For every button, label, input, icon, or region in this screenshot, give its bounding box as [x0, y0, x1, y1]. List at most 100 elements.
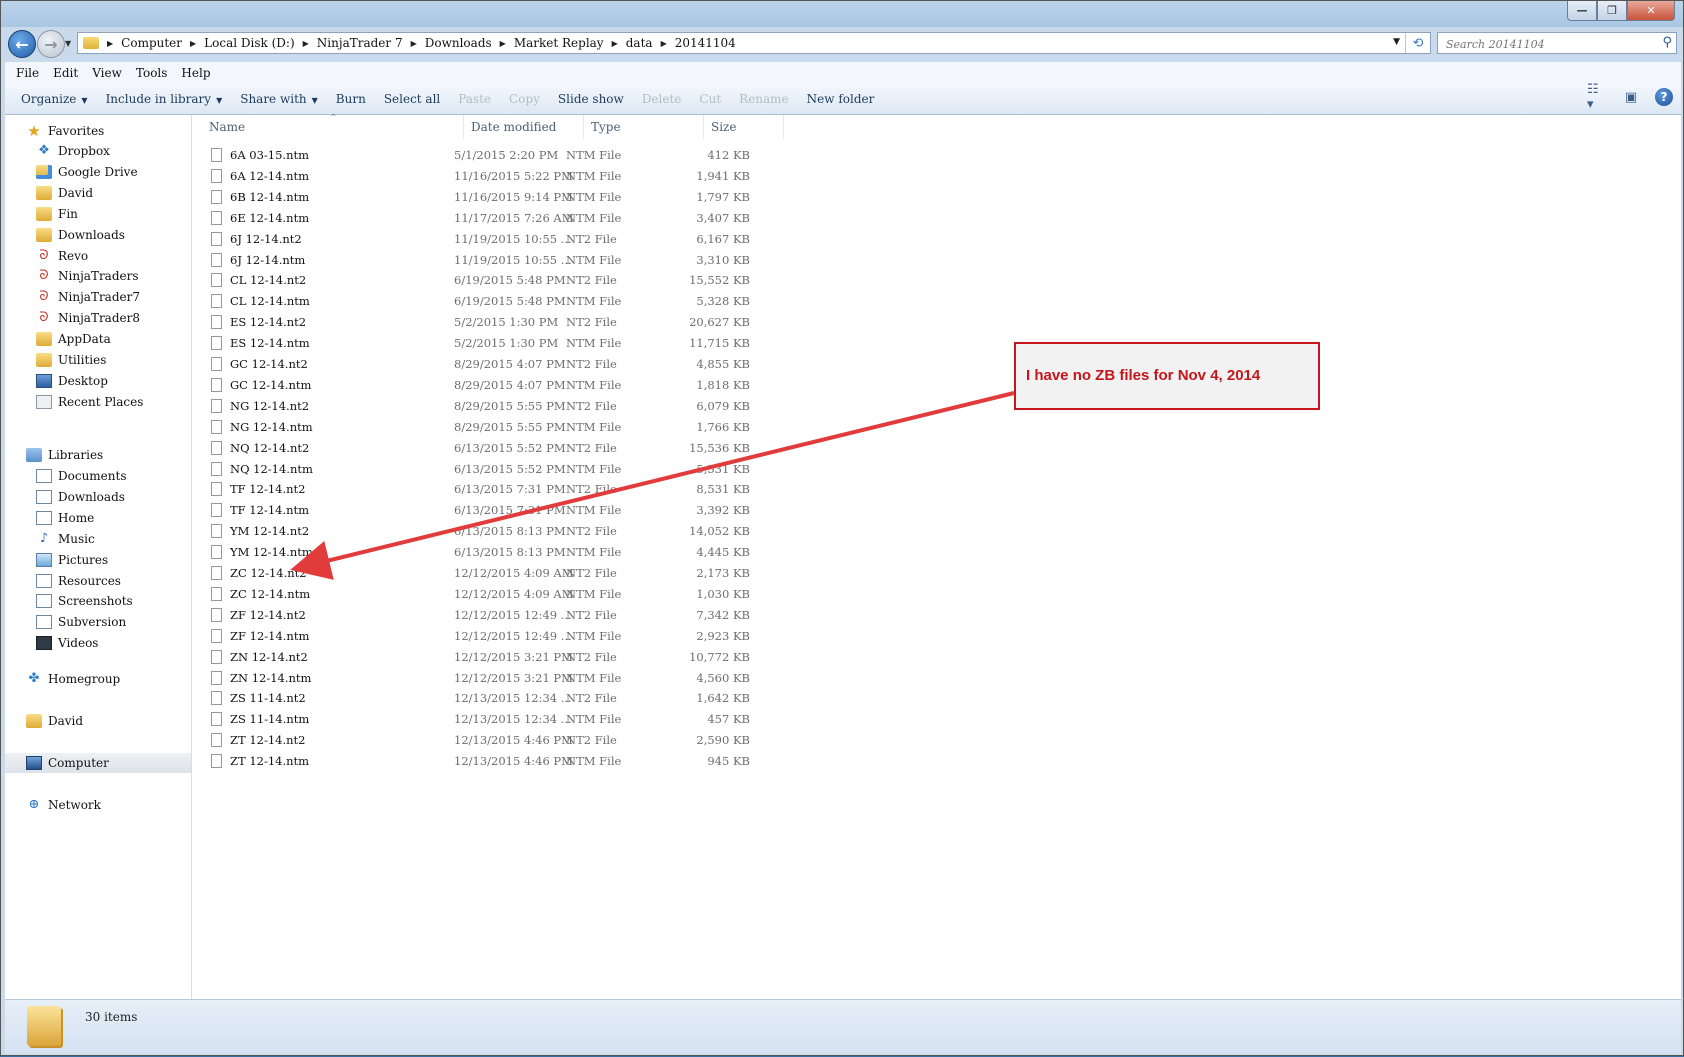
file-row[interactable]: 6E 12-14.ntm 11/17/2015 7:26 AM NTM File 3,… [192, 208, 792, 228]
column-header-type[interactable]: Type [584, 115, 704, 139]
library-item-pictures[interactable]: Pictures [5, 550, 191, 570]
nav-homegroup[interactable]: ✤ Homegroup [5, 669, 191, 689]
menu-help[interactable]: Help [181, 66, 210, 80]
new-folder-button[interactable]: New folder [798, 92, 884, 106]
menu-edit[interactable]: Edit [53, 66, 78, 80]
menu-tools[interactable]: Tools [136, 66, 168, 80]
file-row[interactable]: YM 12-14.ntm 6/13/2015 8:13 PM NTM File 4,4… [192, 542, 792, 562]
file-row[interactable]: ZN 12-14.ntm 12/12/2015 3:21 PM NTM File 4,… [192, 668, 792, 688]
file-row[interactable]: ZC 12-14.ntm 12/12/2015 4:09 AM NTM File 1,… [192, 584, 792, 604]
paste-button[interactable]: Paste [449, 92, 500, 106]
address-bar[interactable]: ▶ Computer ▶ Local Disk (D:) ▶ NinjaTrader 7 ▶… [77, 32, 1431, 54]
sidebar-item-recent-places[interactable]: Recent Places [5, 392, 191, 412]
breadcrumb-item[interactable]: NinjaTrader 7 [317, 36, 403, 50]
breadcrumb-item[interactable]: Computer [121, 36, 182, 50]
file-row[interactable]: GC 12-14.ntm 8/29/2015 4:07 PM NTM File 1,8… [192, 375, 792, 395]
help-icon[interactable]: ? [1655, 88, 1673, 106]
chevron-right-icon[interactable]: ▶ [612, 39, 618, 48]
address-history-dropdown[interactable]: ▼ [1393, 37, 1400, 47]
library-item-home[interactable]: Home [5, 508, 191, 528]
sidebar-item-ninjatrader8[interactable]: ᘐ NinjaTrader8 [5, 308, 191, 328]
close-button[interactable]: ✕ [1627, 1, 1675, 21]
sidebar-item-ninjatrader7[interactable]: ᘐ NinjaTrader7 [5, 287, 191, 307]
sidebar-item-fin[interactable]: Fin [5, 204, 191, 224]
file-row[interactable]: ZT 12-14.nt2 12/13/2015 4:46 PM NT2 File 2,… [192, 730, 792, 750]
library-item-resources[interactable]: Resources [5, 571, 191, 591]
nav-computer[interactable]: Computer [5, 753, 191, 773]
file-row[interactable]: ZN 12-14.nt2 12/12/2015 3:21 PM NT2 File 10… [192, 647, 792, 667]
library-item-music[interactable]: ♪ Music [5, 529, 191, 549]
file-row[interactable]: NQ 12-14.nt2 6/13/2015 5:52 PM NT2 File 15,… [192, 438, 792, 458]
chevron-right-icon[interactable]: ▶ [107, 39, 113, 48]
column-header-size[interactable]: Size [704, 115, 784, 139]
back-button[interactable]: ← [8, 30, 36, 58]
include-in-library-button[interactable]: Include in library ▼ [97, 92, 232, 106]
recent-pages-dropdown[interactable]: ▼ [65, 39, 71, 48]
rename-button[interactable]: Rename [730, 92, 798, 106]
nav-libraries[interactable]: Libraries [5, 445, 191, 465]
file-row[interactable]: ZF 12-14.nt2 12/12/2015 12:49 ... NT2 File… [192, 605, 792, 625]
file-row[interactable]: ZT 12-14.ntm 12/13/2015 4:46 PM NTM File 94… [192, 751, 792, 771]
column-header-date[interactable]: Date modified [464, 115, 584, 139]
library-item-downloads[interactable]: Downloads [5, 487, 191, 507]
breadcrumb-item[interactable]: Local Disk (D:) [204, 36, 294, 50]
file-row[interactable]: ES 12-14.nt2 5/2/2015 1:30 PM NT2 File 20,6… [192, 312, 792, 332]
file-row[interactable]: ZS 11-14.nt2 12/13/2015 12:34 ... NT2 File… [192, 688, 792, 708]
sidebar-item-david[interactable]: David [5, 183, 191, 203]
file-row[interactable]: 6J 12-14.nt2 11/19/2015 10:55 ... NT2 File… [192, 229, 792, 249]
file-row[interactable]: NQ 12-14.ntm 6/13/2015 5:52 PM NTM File 5,5… [192, 459, 792, 479]
file-row[interactable]: YM 12-14.nt2 6/13/2015 8:13 PM NT2 File 14,… [192, 521, 792, 541]
sidebar-item-google-drive[interactable]: Google Drive [5, 162, 191, 182]
file-row[interactable]: ES 12-14.ntm 5/2/2015 1:30 PM NTM File 11,7… [192, 333, 792, 353]
search-box[interactable]: ⚲ [1437, 32, 1677, 54]
search-icon[interactable]: ⚲ [1662, 35, 1672, 50]
file-row[interactable]: ZC 12-14.nt2 12/12/2015 4:09 AM NT2 File 2,… [192, 563, 792, 583]
share-with-button[interactable]: Share with ▼ [231, 92, 327, 106]
copy-button[interactable]: Copy [500, 92, 549, 106]
nav-network[interactable]: ⊕ Network [5, 795, 191, 815]
breadcrumb-item[interactable]: Downloads [425, 36, 492, 50]
menu-file[interactable]: File [16, 66, 39, 80]
file-row[interactable]: TF 12-14.nt2 6/13/2015 7:31 PM NT2 File 8,5… [192, 479, 792, 499]
chevron-right-icon[interactable]: ▶ [190, 39, 196, 48]
sidebar-item-dropbox[interactable]: ❖ Dropbox [5, 141, 191, 161]
chevron-right-icon[interactable]: ▶ [500, 39, 506, 48]
file-row[interactable]: 6J 12-14.ntm 11/19/2015 10:55 ... NTM File… [192, 250, 792, 270]
burn-button[interactable]: Burn [327, 92, 375, 106]
file-row[interactable]: CL 12-14.ntm 6/19/2015 5:48 PM NTM File 5,3… [192, 291, 792, 311]
chevron-right-icon[interactable]: ▶ [303, 39, 309, 48]
chevron-right-icon[interactable]: ▶ [411, 39, 417, 48]
file-row[interactable]: TF 12-14.ntm 6/13/2015 7:31 PM NTM File 3,3… [192, 500, 792, 520]
breadcrumb-item[interactable]: Market Replay [514, 36, 604, 50]
file-row[interactable]: 6A 12-14.ntm 11/16/2015 5:22 PM NTM File 1,… [192, 166, 792, 186]
library-item-screenshots[interactable]: Screenshots [5, 591, 191, 611]
file-row[interactable]: NG 12-14.ntm 8/29/2015 5:55 PM NTM File 1,7… [192, 417, 792, 437]
delete-button[interactable]: Delete [633, 92, 691, 106]
preview-pane-icon[interactable]: ▣ [1621, 89, 1641, 105]
file-row[interactable]: 6A 03-15.ntm 5/1/2015 2:20 PM NTM File 412 … [192, 145, 792, 165]
library-item-subversion[interactable]: Subversion [5, 612, 191, 632]
column-header-name[interactable]: ^ Name [192, 113, 464, 139]
forward-button[interactable]: → [37, 30, 65, 58]
sidebar-item-ninjatraders[interactable]: ᘐ NinjaTraders [5, 266, 191, 286]
sidebar-item-utilities[interactable]: Utilities [5, 350, 191, 370]
sidebar-item-downloads[interactable]: Downloads [5, 225, 191, 245]
file-row[interactable]: ZS 11-14.ntm 12/13/2015 12:34 ... NTM File… [192, 709, 792, 729]
nav-user-david[interactable]: David [5, 711, 191, 731]
file-row[interactable]: ZF 12-14.ntm 12/12/2015 12:49 ... NTM File… [192, 626, 792, 646]
breadcrumb-item[interactable]: data [626, 36, 653, 50]
minimize-button[interactable]: — [1567, 1, 1597, 21]
chevron-right-icon[interactable]: ▶ [661, 39, 667, 48]
organize-button[interactable]: Organize ▼ [12, 92, 97, 106]
change-view-icon[interactable]: ☷ ▾ [1587, 82, 1607, 112]
menu-view[interactable]: View [92, 66, 122, 80]
library-item-documents[interactable]: Documents [5, 466, 191, 486]
nav-favorites[interactable]: ★ Favorites [5, 121, 191, 141]
file-row[interactable]: NG 12-14.nt2 8/29/2015 5:55 PM NT2 File 6,0… [192, 396, 792, 416]
file-row[interactable]: 6B 12-14.ntm 11/16/2015 9:14 PM NTM File 1,… [192, 187, 792, 207]
sidebar-item-appdata[interactable]: AppData [5, 329, 191, 349]
refresh-button[interactable]: ⟲ [1405, 33, 1430, 53]
sidebar-item-revo[interactable]: ᘐ Revo [5, 246, 191, 266]
library-item-videos[interactable]: Videos [5, 633, 191, 653]
search-input[interactable] [1444, 34, 1648, 54]
